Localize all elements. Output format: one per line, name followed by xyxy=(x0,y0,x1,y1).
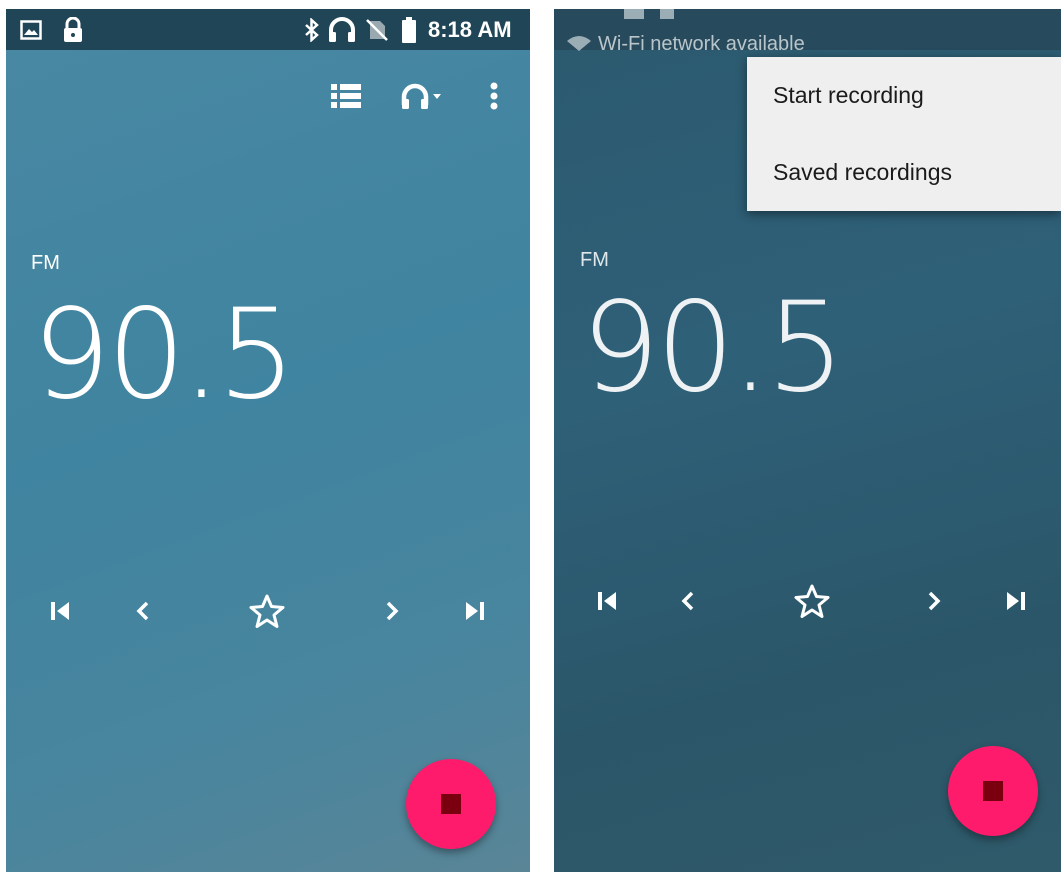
stop-icon xyxy=(983,781,1003,801)
wifi-icon xyxy=(567,36,591,51)
battery-icon xyxy=(402,9,416,50)
status-time: 8:18 AM xyxy=(428,16,512,42)
image-icon xyxy=(20,9,42,50)
notification-shade-ghost: Wi-Fi network available xyxy=(554,9,1061,55)
seek-back-icon[interactable] xyxy=(587,581,627,621)
seek-forward-icon[interactable] xyxy=(996,581,1036,621)
stop-icon xyxy=(441,794,461,814)
band-label: FM xyxy=(31,252,60,274)
frequency-display: 90.5 xyxy=(581,276,845,420)
menu-item-start-recording[interactable]: Start recording xyxy=(773,82,924,109)
frequency-display: 90.5 xyxy=(32,283,296,427)
favorite-star-icon[interactable] xyxy=(247,591,287,631)
more-vert-icon[interactable] xyxy=(482,79,506,113)
stop-button[interactable] xyxy=(948,746,1038,836)
headphones-output-icon[interactable] xyxy=(398,79,448,113)
station-list-icon[interactable] xyxy=(328,81,364,111)
tune-down-icon[interactable] xyxy=(668,581,708,621)
headphones-icon xyxy=(328,9,356,50)
wifi-notification-text: Wi-Fi network available xyxy=(598,33,805,55)
tune-down-icon[interactable] xyxy=(123,591,163,631)
tune-up-icon[interactable] xyxy=(372,591,412,631)
seek-back-icon[interactable] xyxy=(40,591,80,631)
radio-screen-left: 8:18 AM FM 90.5 xyxy=(6,9,530,872)
stop-button[interactable] xyxy=(406,759,496,849)
band-label: FM xyxy=(580,249,609,271)
tune-up-icon[interactable] xyxy=(914,581,954,621)
no-sim-icon xyxy=(366,9,388,50)
status-bar: 8:18 AM xyxy=(6,9,530,50)
lock-icon xyxy=(62,9,84,50)
bluetooth-icon xyxy=(304,9,320,50)
menu-item-saved-recordings[interactable]: Saved recordings xyxy=(773,159,952,186)
overflow-menu: Start recording Saved recordings xyxy=(747,57,1061,211)
favorite-star-icon[interactable] xyxy=(792,581,832,621)
seek-forward-icon[interactable] xyxy=(455,591,495,631)
